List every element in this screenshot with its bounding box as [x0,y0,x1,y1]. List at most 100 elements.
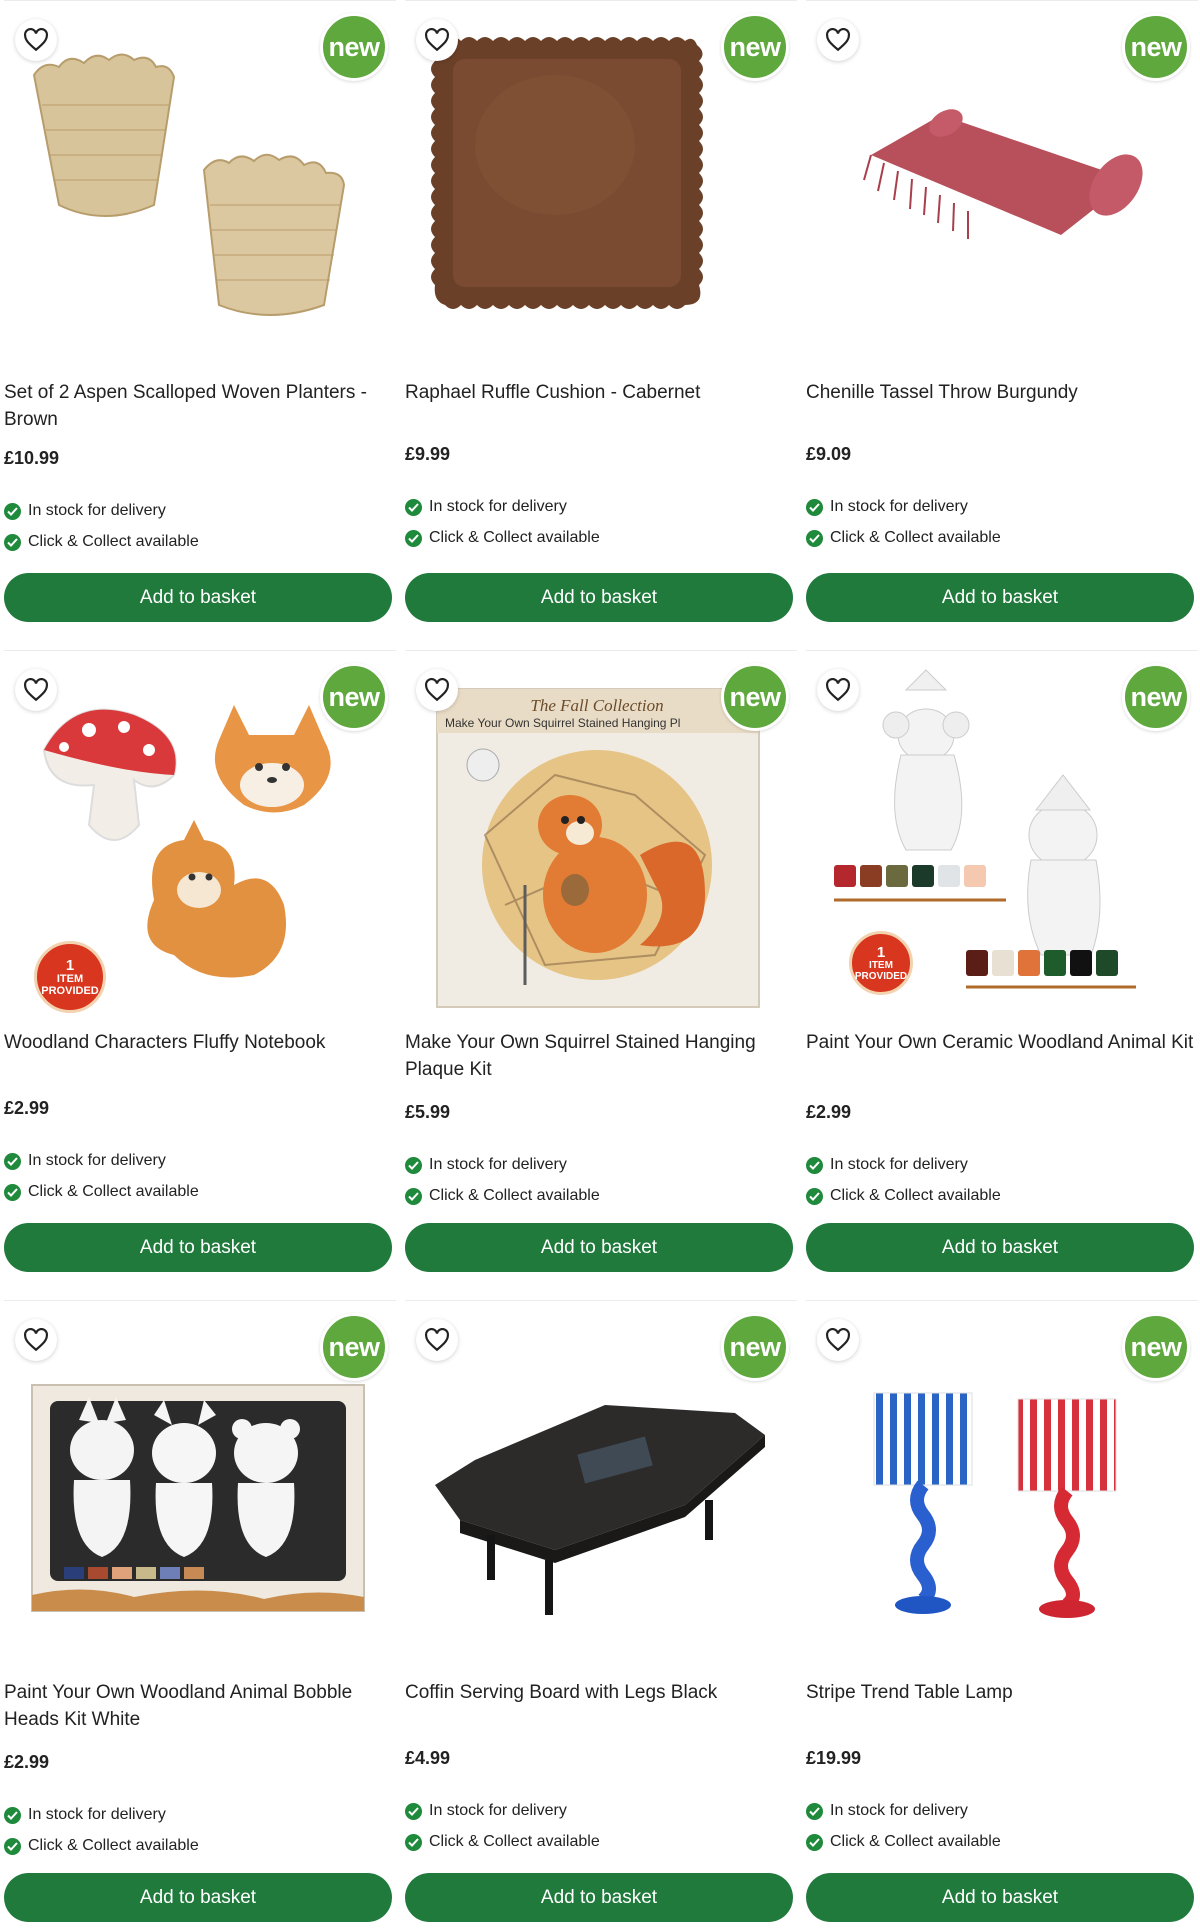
product-title[interactable]: Stripe Trend Table Lamp [806,1679,1198,1706]
item-badge-text: ITEM PROVIDED [854,960,908,982]
stock-collect: Click & Collect available [4,533,199,551]
check-circle-icon [405,529,422,547]
stock-collect-text: Click & Collect available [429,1833,600,1850]
stock-collect: Click & Collect available [806,1833,1001,1851]
wishlist-button[interactable] [817,19,859,61]
stock-collect-text: Click & Collect available [830,1187,1001,1204]
heart-outline-icon [425,1328,449,1352]
stock-delivery: In stock for delivery [806,1802,968,1820]
wishlist-button[interactable] [817,1319,859,1361]
heart-outline-icon [24,678,48,702]
stock-delivery-text: In stock for delivery [28,1152,166,1169]
check-circle-icon [4,1806,21,1824]
stock-delivery: In stock for delivery [405,498,567,516]
product-card: new Chenille Tassel Throw Burgundy £9.09… [806,0,1198,650]
wishlist-button[interactable] [15,19,57,61]
check-circle-icon [4,1183,21,1201]
stock-delivery-text: In stock for delivery [830,1156,968,1173]
wishlist-button[interactable] [817,669,859,711]
product-title[interactable]: Make Your Own Squirrel Stained Hanging P… [405,1029,797,1083]
new-badge: new [721,13,789,81]
wishlist-button[interactable] [15,669,57,711]
stock-collect: Click & Collect available [806,1187,1001,1205]
check-circle-icon [806,1187,823,1205]
add-to-basket-button[interactable]: Add to basket [405,1223,793,1272]
product-card: The Fall Collection Make Your Own Squirr… [405,650,797,1300]
stock-collect-text: Click & Collect available [28,533,199,550]
heart-outline-icon [24,1328,48,1352]
check-circle-icon [806,529,823,547]
add-to-basket-button[interactable]: Add to basket [4,1223,392,1272]
check-circle-icon [405,1833,422,1851]
product-title[interactable]: Paint Your Own Woodland Animal Bobble He… [4,1679,396,1733]
new-badge: new [320,13,388,81]
stock-delivery-text: In stock for delivery [429,498,567,515]
add-to-basket-button[interactable]: Add to basket [806,1873,1194,1922]
item-badge-number: 1 [876,944,886,961]
wishlist-button[interactable] [15,1319,57,1361]
product-price: £5.99 [405,1102,451,1122]
new-badge: new [320,1313,388,1381]
stock-delivery: In stock for delivery [806,1156,968,1174]
stock-collect: Click & Collect available [405,1833,600,1851]
new-badge: new [721,1313,789,1381]
item-provided-badge: 1 ITEM PROVIDED [849,931,913,995]
check-circle-icon [405,498,422,516]
add-to-basket-button[interactable]: Add to basket [405,1873,793,1922]
packaging-title: The Fall Collection [530,696,663,715]
product-card: new Coffin Serving Board with Legs Black… [405,1300,797,1928]
product-card: new Stripe Trend Table Lamp £19.99 In st… [806,1300,1198,1928]
stock-collect: Click & Collect available [4,1837,199,1855]
product-grid: new Set of 2 Aspen Scalloped Woven Plant… [0,0,1200,1928]
product-title[interactable]: Woodland Characters Fluffy Notebook [4,1029,396,1056]
add-to-basket-button[interactable]: Add to basket [405,573,793,622]
stock-collect: Click & Collect available [405,529,600,547]
product-card: new 1 ITEM PROVIDED Woodland Characters F… [4,650,396,1300]
add-to-basket-button[interactable]: Add to basket [4,1873,392,1922]
stock-collect-text: Click & Collect available [429,1187,600,1204]
product-title[interactable]: Set of 2 Aspen Scalloped Woven Planters … [4,379,396,433]
product-price: £2.99 [806,1102,852,1122]
heart-outline-icon [425,678,449,702]
product-price: £2.99 [4,1098,50,1118]
add-to-basket-button[interactable]: Add to basket [4,573,392,622]
stock-delivery: In stock for delivery [405,1156,567,1174]
check-circle-icon [806,498,823,516]
stock-delivery: In stock for delivery [4,1806,166,1824]
wishlist-button[interactable] [416,669,458,711]
wishlist-button[interactable] [416,1319,458,1361]
product-title[interactable]: Coffin Serving Board with Legs Black [405,1679,797,1706]
new-badge: new [320,663,388,731]
product-card: new 1 ITEM PROVIDED Paint Your Own Cerami… [806,650,1198,1300]
heart-outline-icon [826,28,850,52]
add-to-basket-button[interactable]: Add to basket [806,1223,1194,1272]
check-circle-icon [405,1187,422,1205]
product-price: £4.99 [405,1748,451,1768]
product-price: £19.99 [806,1748,862,1768]
product-card: new Raphael Ruffle Cushion - Cabernet £9… [405,0,797,650]
product-price: £10.99 [4,448,60,468]
check-circle-icon [4,1837,21,1855]
item-provided-badge: 1 ITEM PROVIDED [34,941,106,1013]
stock-delivery: In stock for delivery [405,1802,567,1820]
stock-delivery: In stock for delivery [4,502,166,520]
add-to-basket-button[interactable]: Add to basket [806,573,1194,622]
product-price: £9.99 [405,444,451,464]
product-card: new Paint Your Own Woodland Animal Bobbl… [4,1300,396,1928]
stock-collect-text: Click & Collect available [830,529,1001,546]
product-title[interactable]: Raphael Ruffle Cushion - Cabernet [405,379,797,406]
stock-collect: Click & Collect available [405,1187,600,1205]
product-price: £9.09 [806,444,852,464]
check-circle-icon [405,1156,422,1174]
product-title[interactable]: Chenille Tassel Throw Burgundy [806,379,1198,406]
stock-collect-text: Click & Collect available [830,1833,1001,1850]
stock-delivery-text: In stock for delivery [429,1802,567,1819]
new-badge: new [721,663,789,731]
stock-delivery-text: In stock for delivery [28,1806,166,1823]
heart-outline-icon [826,1328,850,1352]
new-badge: new [1122,663,1190,731]
wishlist-button[interactable] [416,19,458,61]
item-badge-text: ITEM PROVIDED [41,973,99,997]
stock-collect-text: Click & Collect available [28,1183,199,1200]
product-title[interactable]: Paint Your Own Ceramic Woodland Animal K… [806,1029,1198,1056]
